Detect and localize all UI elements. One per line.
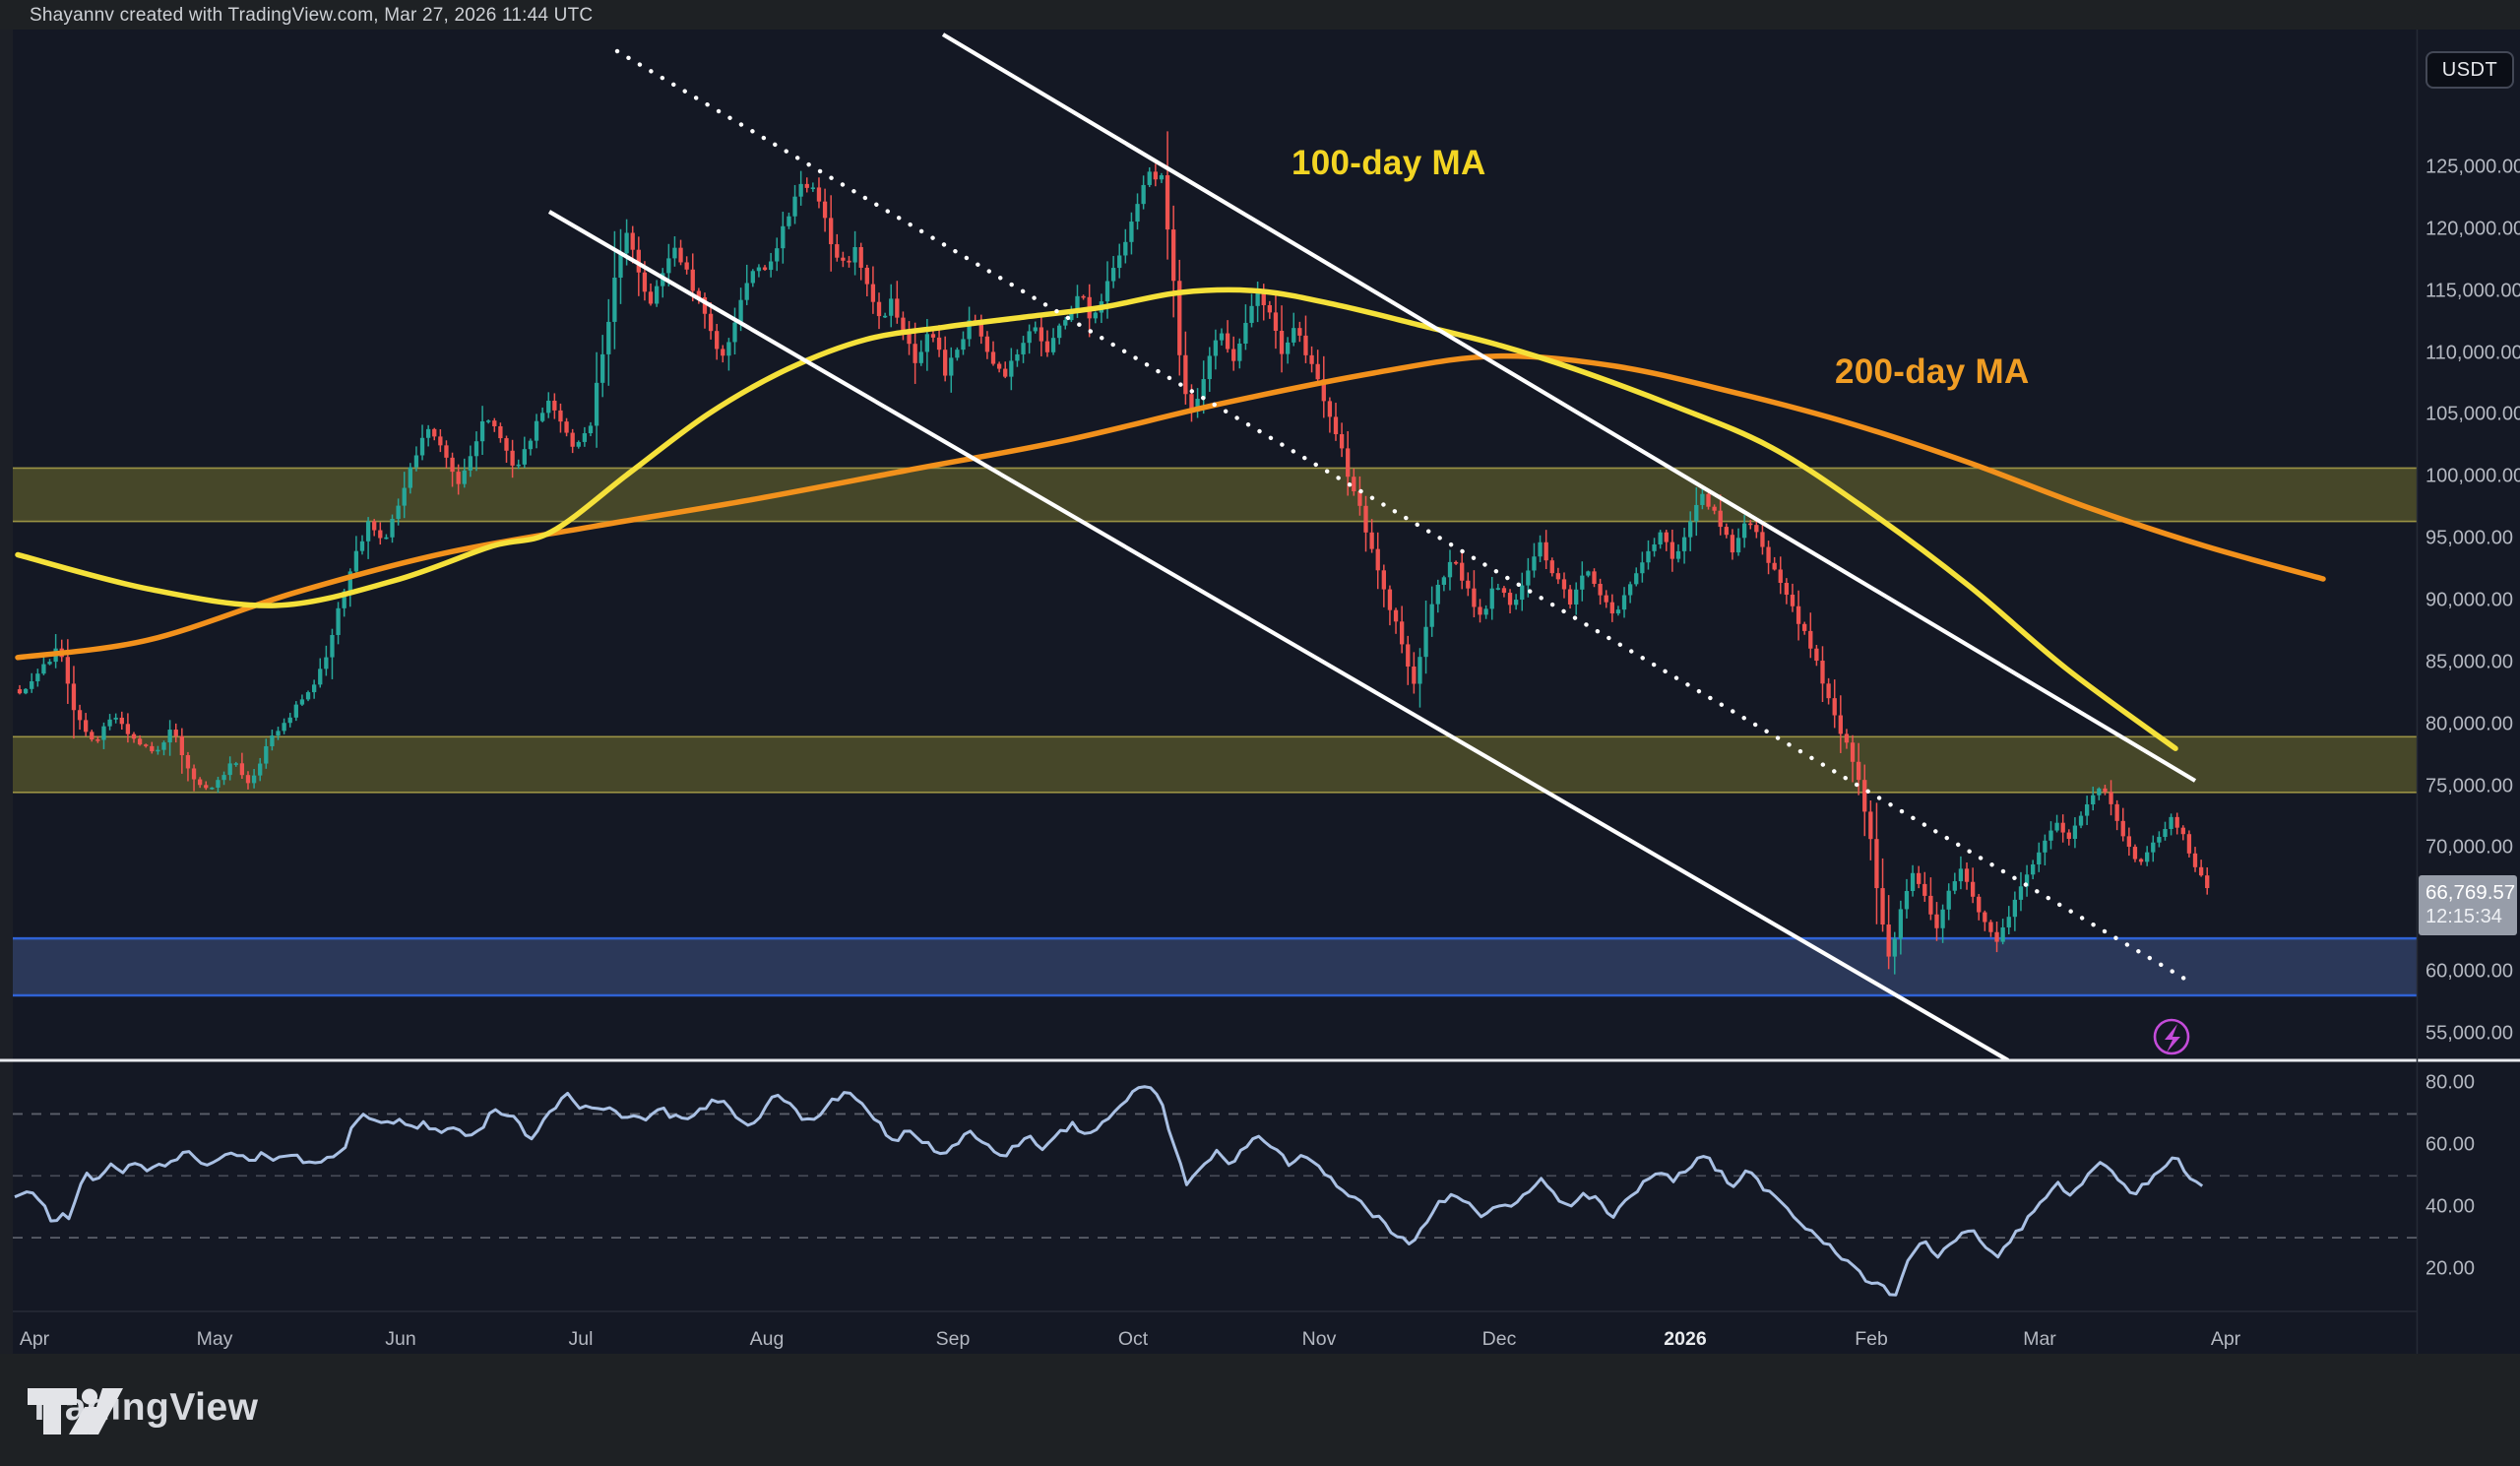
last-price-value: 66,769.57 [2426, 880, 2517, 905]
price-tick-label: 55,000.00 [2426, 1022, 2513, 1045]
price-tick-label: 80,000.00 [2426, 713, 2513, 735]
last-price-badge: 66,769.57 12:15:34 [2419, 875, 2517, 935]
time-tick-label: Sep [936, 1328, 971, 1351]
tradingview-logo-icon [28, 1386, 124, 1435]
bottom-bar [0, 1354, 2520, 1466]
left-margin [0, 30, 13, 1354]
price-tick-label: 60,000.00 [2426, 961, 2513, 984]
ma200-annotation-label: 200-day MA [1835, 352, 2030, 392]
candle-countdown: 12:15:34 [2426, 905, 2517, 929]
time-tick-label: Mar [2023, 1328, 2056, 1351]
price-tick-label: 95,000.00 [2426, 528, 2513, 550]
currency-toggle-button[interactable]: USDT [2426, 51, 2514, 89]
time-tick-label: Nov [1302, 1328, 1337, 1351]
price-tick-label: 110,000.00 [2426, 342, 2520, 364]
time-tick-label: Dec [1482, 1328, 1517, 1351]
lower-support-zone [13, 938, 2417, 995]
mid-support-resistance-zone [13, 736, 2417, 793]
indicator-tick-label: 60.00 [2426, 1133, 2475, 1156]
time-tick-label: Jun [385, 1328, 415, 1351]
time-tick-label: Apr [2211, 1328, 2240, 1351]
time-tick-label: Jul [569, 1328, 594, 1351]
indicator-tick-label: 40.00 [2426, 1195, 2475, 1218]
price-tick-label: 75,000.00 [2426, 775, 2513, 797]
indicator-tick-label: 80.00 [2426, 1072, 2475, 1095]
time-tick-label: Oct [1118, 1328, 1148, 1351]
tradingview-chart-screenshot: Shayannv created with TradingView.com, M… [0, 0, 2520, 1466]
ma100-annotation-label: 100-day MA [1292, 144, 1486, 183]
price-tick-label: 120,000.00 [2426, 218, 2520, 240]
tradingview-logo[interactable]: TradingView [28, 1386, 259, 1430]
chart-canvas[interactable] [0, 0, 2520, 1466]
chart-background [0, 30, 2520, 1354]
time-tick-label: Aug [750, 1328, 785, 1351]
time-tick-label: 2026 [1664, 1328, 1706, 1351]
attribution-text: Shayannv created with TradingView.com, M… [30, 5, 593, 27]
time-tick-label: Apr [20, 1328, 49, 1351]
time-tick-label: May [197, 1328, 233, 1351]
price-tick-label: 90,000.00 [2426, 589, 2513, 611]
price-tick-label: 85,000.00 [2426, 651, 2513, 673]
price-tick-label: 105,000.00 [2426, 404, 2520, 426]
price-tick-label: 70,000.00 [2426, 837, 2513, 860]
price-tick-label: 115,000.00 [2426, 280, 2520, 302]
time-tick-label: Feb [1855, 1328, 1888, 1351]
price-tick-label: 100,000.00 [2426, 466, 2520, 488]
price-tick-label: 125,000.00 [2426, 157, 2520, 179]
indicator-tick-label: 20.00 [2426, 1257, 2475, 1280]
